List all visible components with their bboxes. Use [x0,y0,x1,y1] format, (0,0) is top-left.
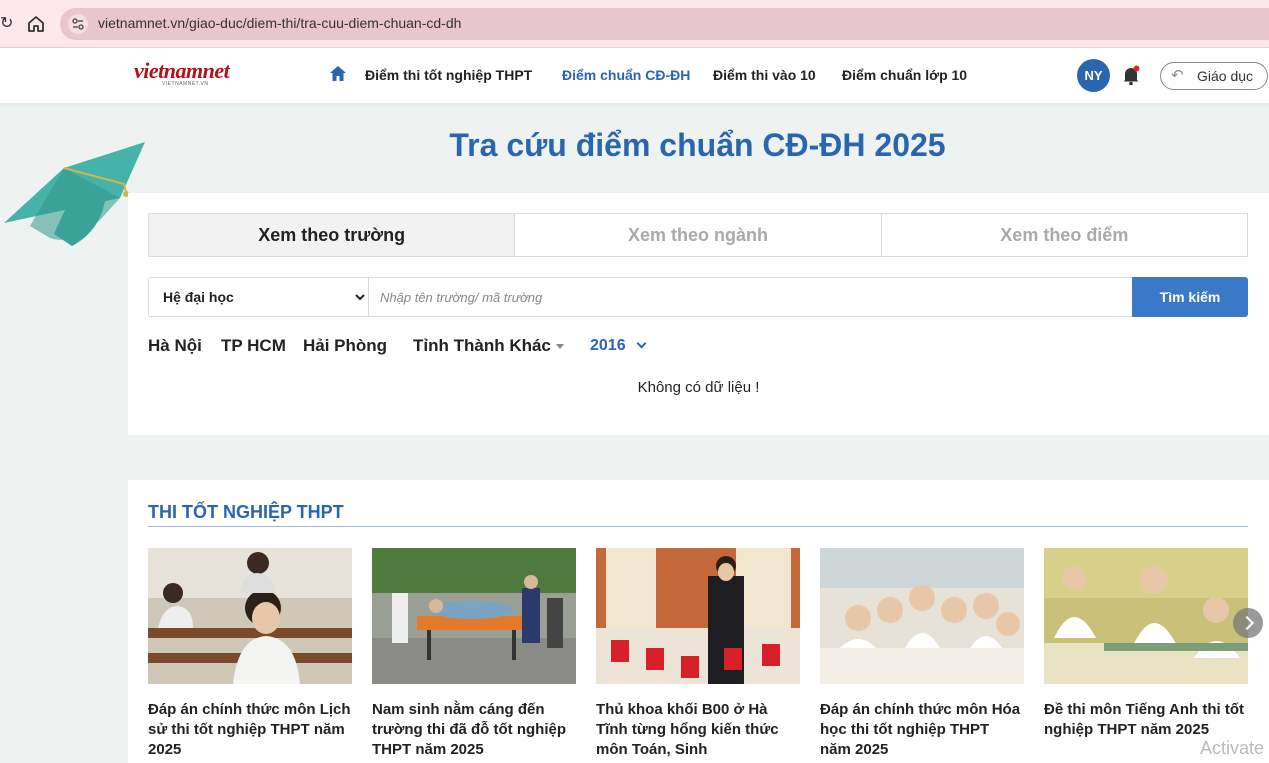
news-headline[interactable]: Đáp án chính thức môn Lịch sử thi tốt ng… [148,700,352,760]
user-avatar[interactable]: NY [1077,59,1110,92]
site-header: vietnamnet VIETNAMNET.VN Điểm thi tốt ng… [0,48,1269,103]
bell-icon[interactable] [1120,64,1142,86]
reload-icon[interactable]: ↻ [0,12,13,36]
filter-ha-noi[interactable]: Hà Nội [148,336,202,356]
browser-toolbar: ↻ vietnamnet.vn/giao-duc/diem-thi/tra-cu… [0,0,1269,48]
vietnamnet-logo[interactable]: vietnamnet VIETNAMNET.VN [134,58,230,88]
school-search-input[interactable] [370,278,1132,316]
search-card: Xem theo trường Xem theo ngành Xem theo … [128,193,1269,435]
news-section: THI TỐT NGHIỆP THPT Đáp án chính thức mô… [128,480,1269,763]
nav-item-diem-chuan-cd-dh[interactable]: Điểm chuẩn CĐ-ĐH [562,67,690,83]
news-headline[interactable]: Đáp án chính thức môn Hóa học thi tốt ng… [820,700,1024,760]
tab-by-score[interactable]: Xem theo điểm [881,213,1248,257]
news-thumbnail[interactable] [596,548,800,684]
news-headline[interactable]: Đề thi môn Tiếng Anh thi tốt nghiệp THPT… [1044,700,1248,740]
section-divider [148,526,1248,527]
search-mode-tabs: Xem theo trường Xem theo ngành Xem theo … [148,213,1248,257]
logo-subtext: VIETNAMNET.VN [162,81,209,87]
region-filters: Hà Nội TP HCM Hải Phòng Tỉnh Thành Khác … [148,336,1248,360]
nav-item-lop-10[interactable]: Điểm chuẩn lớp 10 [842,67,967,83]
chevron-down-icon [636,338,647,349]
news-thumbnail[interactable] [1044,548,1248,684]
news-card[interactable]: Thủ khoa khối B00 ở Hà Tĩnh từng hổng ki… [596,548,800,760]
site-info-icon[interactable] [68,14,88,34]
tab-by-major[interactable]: Xem theo ngành [515,213,882,257]
news-section-title[interactable]: THI TỐT NGHIỆP THPT [148,502,344,523]
page-title: Tra cứu điểm chuẩn CĐ-ĐH 2025 [449,127,946,163]
news-thumbnail[interactable] [820,548,1024,684]
news-card[interactable]: Đề thi môn Tiếng Anh thi tốt nghiệp THPT… [1044,548,1248,740]
nav-item-vao-10[interactable]: Điểm thi vào 10 [713,67,816,83]
news-thumbnail[interactable] [372,548,576,684]
nav-item-thpt[interactable]: Điểm thi tốt nghiệp THPT [365,67,532,83]
news-card[interactable]: Nam sinh nằm cáng đến trường thi đã đỗ t… [372,548,576,760]
search-button[interactable]: Tìm kiếm [1132,277,1248,317]
filter-tp-hcm[interactable]: TP HCM [221,336,286,356]
news-thumbnail[interactable] [148,548,352,684]
activation-watermark: Activate [1200,738,1265,758]
year-value: 2016 [590,337,626,354]
caret-down-icon [555,344,564,350]
news-headline[interactable]: Nam sinh nằm cáng đến trường thi đã đỗ t… [372,700,576,760]
url-text: vietnamnet.vn/giao-duc/diem-thi/tra-cuu-… [98,15,462,31]
filter-other-label: Tỉnh Thành Khác [413,336,551,355]
filter-other-provinces[interactable]: Tỉnh Thành Khác [413,336,564,356]
section-giao-duc-button[interactable]: ↶ Giáo dục [1160,62,1268,90]
year-dropdown[interactable]: 2016 [590,337,647,355]
empty-state-text: Không có dữ liệu ! [637,379,760,396]
nav-home-icon[interactable] [329,65,347,83]
news-card[interactable]: Đáp án chính thức môn Hóa học thi tốt ng… [820,548,1024,760]
tab-by-school[interactable]: Xem theo trường [148,213,516,257]
back-arrow-icon: ↶ [1171,67,1184,84]
section-button-label: Giáo dục [1197,68,1254,84]
home-icon[interactable] [24,12,48,36]
level-select[interactable]: Hệ đại học [149,278,369,316]
news-headline[interactable]: Thủ khoa khối B00 ở Hà Tĩnh từng hổng ki… [596,700,800,760]
news-card[interactable]: Đáp án chính thức môn Lịch sử thi tốt ng… [148,548,352,760]
filter-hai-phong[interactable]: Hải Phòng [303,336,387,356]
search-row: Hệ đại học Tìm kiếm [148,277,1248,317]
carousel-next-button[interactable] [1233,608,1263,638]
address-bar[interactable]: vietnamnet.vn/giao-duc/diem-thi/tra-cuu-… [60,8,1269,40]
